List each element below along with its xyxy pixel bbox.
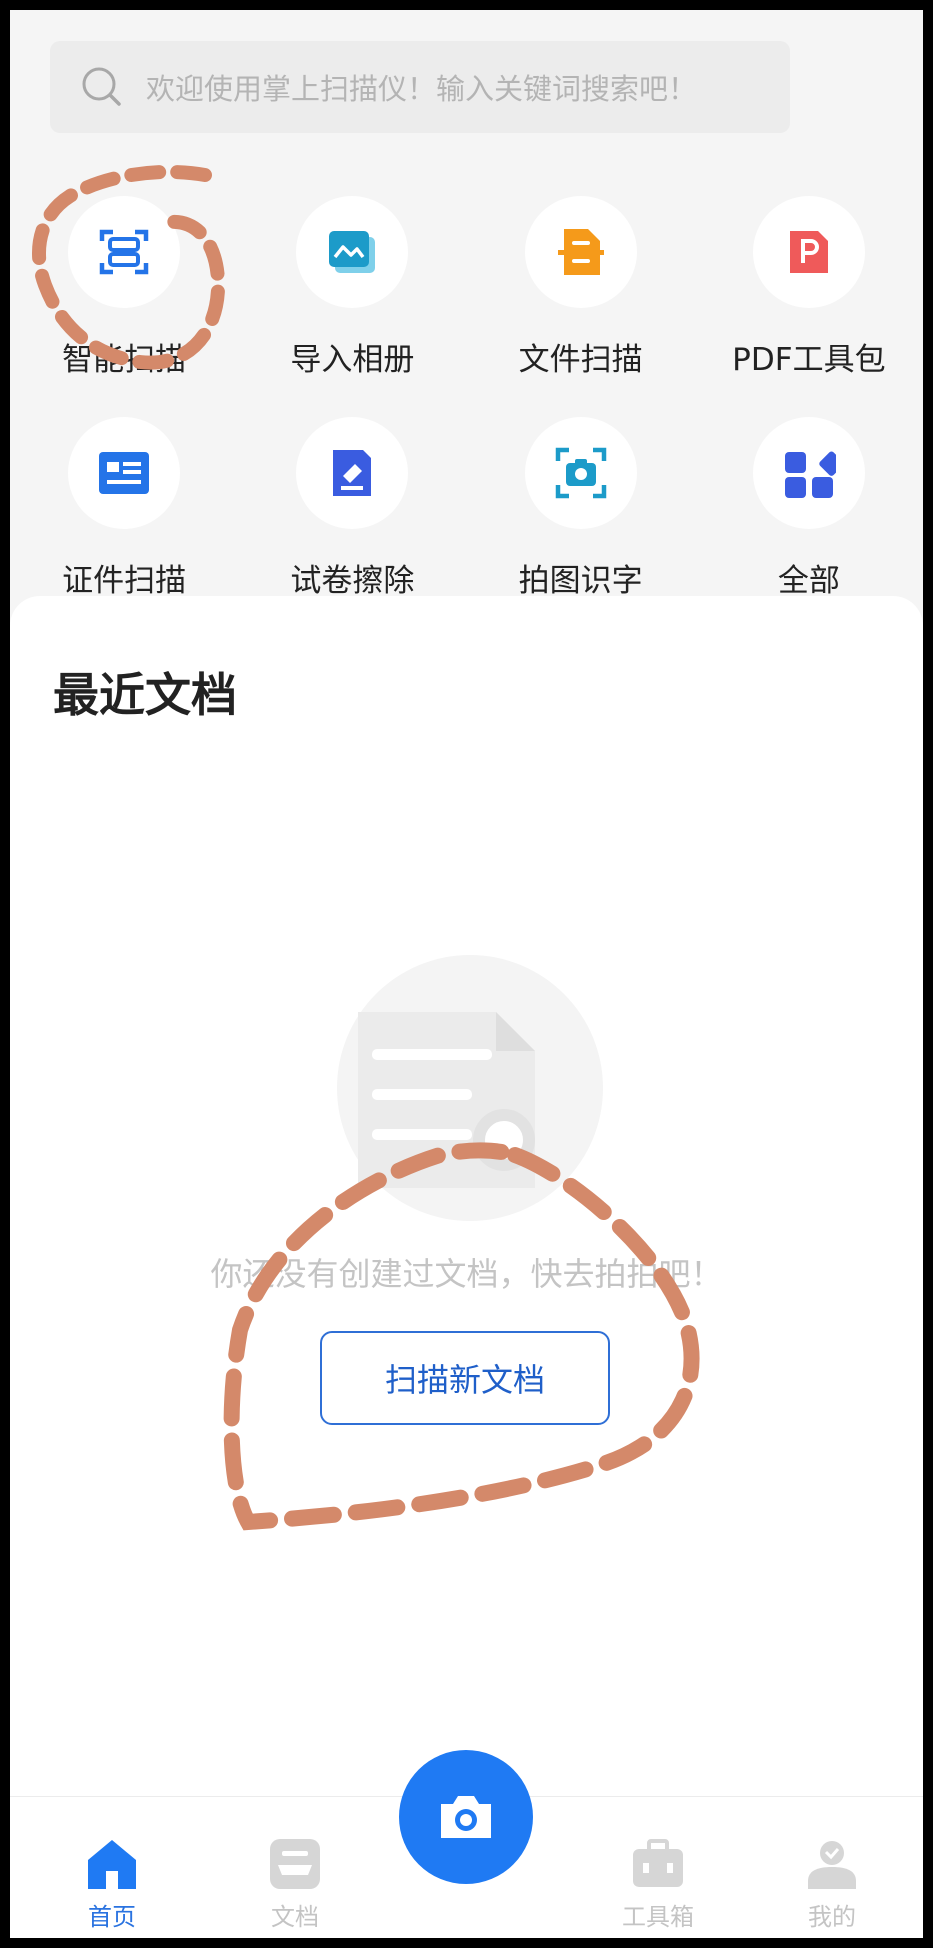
user-icon	[808, 1841, 856, 1889]
nav-mine-label: 我的	[808, 1903, 856, 1931]
tool-file-scan[interactable]: 文件扫描	[467, 196, 695, 379]
nav-docs[interactable]: 文档	[225, 1837, 365, 1932]
document-icon	[270, 1839, 320, 1889]
tool-paper-erase[interactable]: 试卷擦除	[238, 417, 466, 600]
pdf-icon	[789, 231, 828, 273]
toolbox-icon	[633, 1839, 683, 1887]
tool-label: 全部	[777, 563, 840, 599]
tool-label: 拍图识字	[518, 563, 643, 599]
camera-ocr-icon	[555, 447, 606, 499]
photo-import-icon	[329, 231, 376, 273]
home-icon	[88, 1840, 136, 1889]
search-input[interactable]: 欢迎使用掌上扫描仪！输入关键词搜索吧！	[146, 66, 697, 108]
tool-label: 试卷擦除	[290, 563, 415, 599]
tool-smart-scan[interactable]: 智能扫描	[10, 196, 238, 379]
tool-pdf-kit[interactable]: PDF工具包	[695, 196, 923, 379]
tool-import-album[interactable]: 导入相册	[238, 196, 466, 379]
app-screen: 欢迎使用掌上扫描仪！输入关键词搜索吧！ 智能扫描 导入相册 文件扫描 PDF工具…	[10, 10, 923, 1938]
id-card-icon	[99, 452, 150, 494]
tool-id-scan[interactable]: 证件扫描	[10, 417, 238, 600]
nav-toolbox-label: 工具箱	[622, 1903, 694, 1931]
search-icon	[82, 67, 121, 106]
tool-grid: 智能扫描 导入相册 文件扫描 PDF工具包 证件扫描 试卷擦除 拍图识字 全部	[10, 196, 923, 600]
tool-photo-ocr[interactable]: 拍图识字	[467, 417, 695, 600]
nav-docs-label: 文档	[271, 1903, 319, 1931]
all-apps-icon	[784, 451, 836, 498]
file-scan-icon	[557, 229, 604, 275]
recent-docs-title: 最近文档	[53, 668, 237, 722]
tool-label: 文件扫描	[518, 342, 643, 378]
tool-label: 证件扫描	[62, 563, 187, 599]
camera-icon	[441, 1796, 491, 1838]
nav-mine[interactable]: 我的	[762, 1837, 902, 1932]
nav-home[interactable]: 首页	[42, 1837, 182, 1932]
tool-all[interactable]: 全部	[695, 417, 923, 600]
smart-scan-icon	[99, 229, 149, 275]
search-bar[interactable]: 欢迎使用掌上扫描仪！输入关键词搜索吧！	[50, 41, 790, 133]
empty-state-text: 你还没有创建过文档，快去拍拍吧！	[210, 1255, 723, 1293]
nav-home-label: 首页	[88, 1903, 136, 1931]
scan-new-document-button[interactable]: 扫描新文档	[320, 1331, 610, 1425]
eraser-icon	[333, 450, 372, 496]
tool-label: 导入相册	[290, 342, 415, 378]
nav-toolbox[interactable]: 工具箱	[588, 1837, 728, 1932]
camera-scan-button[interactable]	[399, 1750, 533, 1884]
empty-document-icon	[337, 955, 603, 1221]
recent-docs-panel: 最近文档 你还没有创建过文档，快去拍拍吧！ 扫描新文档	[10, 596, 923, 1796]
tool-label: 智能扫描	[62, 342, 187, 378]
tool-label: PDF工具包	[732, 342, 886, 378]
